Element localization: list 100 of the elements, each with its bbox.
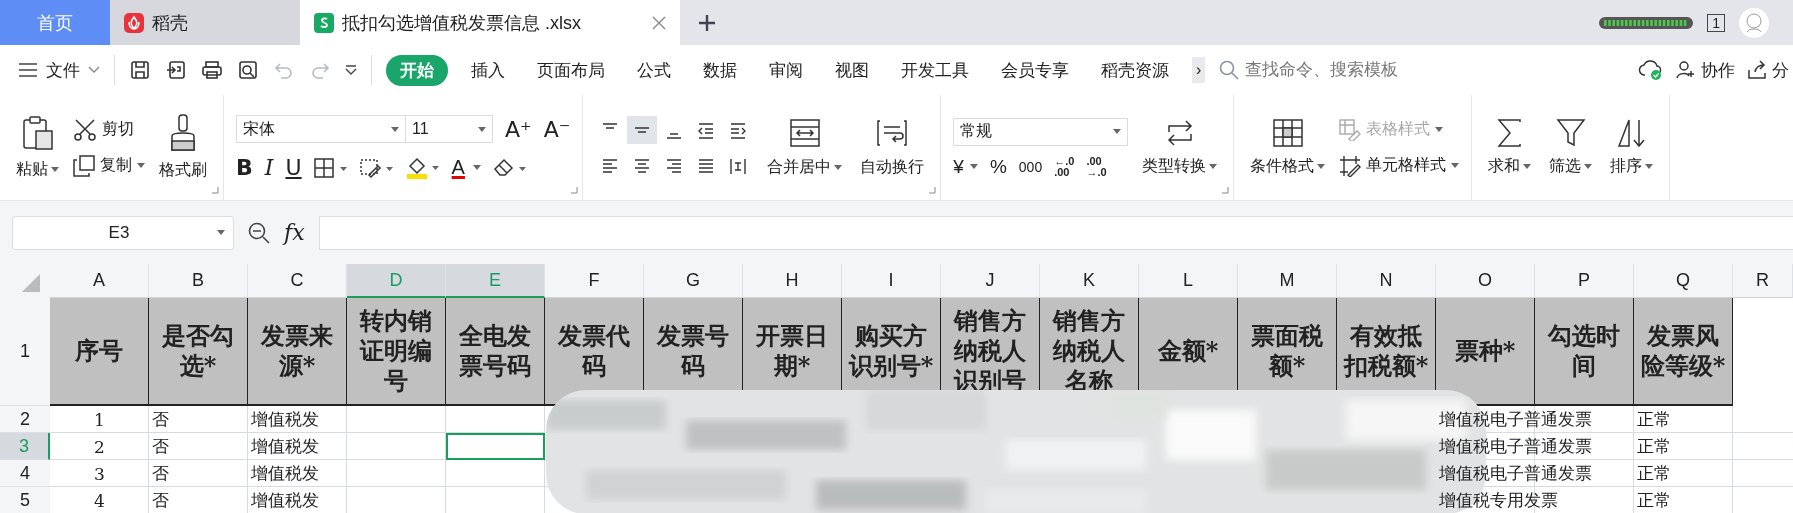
close-icon[interactable] bbox=[652, 15, 666, 30]
column-header[interactable]: K bbox=[1040, 264, 1139, 298]
format-painter-button[interactable]: 格式刷 bbox=[155, 114, 211, 181]
wrap-text-button[interactable]: 自动换行 bbox=[856, 117, 929, 178]
ribbon-tab[interactable]: 页面布局 bbox=[528, 54, 614, 86]
font-color-button[interactable]: A bbox=[451, 156, 481, 179]
column-header[interactable]: Q bbox=[1634, 264, 1733, 298]
toolbar-icon[interactable] bbox=[237, 59, 259, 81]
caret-icon bbox=[1317, 164, 1326, 169]
caret-icon bbox=[1209, 164, 1218, 169]
ribbon-tab[interactable]: 开发工具 bbox=[892, 54, 978, 86]
caret-icon bbox=[472, 165, 481, 170]
decrease-decimal-button[interactable]: .00 →.0 bbox=[1086, 155, 1107, 178]
sum-button[interactable]: 求和 bbox=[1484, 118, 1536, 177]
merge-center-button[interactable]: 合并居中 bbox=[763, 117, 847, 178]
column-header[interactable]: L bbox=[1139, 264, 1238, 298]
row-header[interactable]: 2 bbox=[0, 406, 50, 433]
decrease-font-button[interactable]: A⁻ bbox=[543, 116, 571, 142]
table-cell: 增值税电子普通发票 bbox=[1439, 435, 1592, 458]
row-header[interactable]: 1 bbox=[0, 298, 50, 406]
column-header[interactable]: M bbox=[1238, 264, 1337, 298]
zoom-icon[interactable] bbox=[248, 221, 270, 244]
column-header[interactable]: F bbox=[545, 264, 644, 298]
conditional-format-button[interactable]: 条件格式 bbox=[1246, 118, 1330, 177]
column-header[interactable]: I bbox=[842, 264, 941, 298]
cloud-sync-icon[interactable] bbox=[1638, 59, 1664, 81]
percent-button[interactable]: % bbox=[989, 155, 1007, 178]
document-tab[interactable]: 稻壳 bbox=[110, 0, 300, 45]
row-header[interactable]: 4 bbox=[0, 460, 50, 487]
table-cell: 2 bbox=[94, 436, 105, 457]
share-button[interactable]: 分 bbox=[1747, 58, 1789, 82]
paste-button[interactable]: 粘贴 bbox=[12, 115, 63, 180]
customize-caret-icon[interactable] bbox=[345, 65, 357, 75]
cell-edit-icon[interactable] bbox=[359, 156, 394, 179]
column-header[interactable]: O bbox=[1436, 264, 1535, 298]
function-button[interactable]: fx bbox=[284, 220, 305, 245]
chevron-down-icon bbox=[88, 66, 100, 74]
ribbon-tab[interactable]: 插入 bbox=[462, 54, 514, 86]
window-count[interactable]: 1 bbox=[1707, 13, 1725, 32]
toolbar-icon[interactable] bbox=[165, 59, 187, 81]
column-header[interactable]: H bbox=[743, 264, 842, 298]
collaborate-button[interactable]: 协作 bbox=[1676, 58, 1735, 82]
toolbar-icon[interactable] bbox=[201, 59, 223, 81]
fill-color-icon[interactable] bbox=[405, 155, 440, 180]
table-cell: 正常 bbox=[1637, 435, 1671, 458]
table-cell: 增值税发 bbox=[251, 462, 319, 485]
row-header[interactable]: 5 bbox=[0, 487, 50, 513]
caret-icon bbox=[1451, 163, 1460, 168]
align-icon[interactable] bbox=[627, 115, 658, 144]
column-header[interactable]: N bbox=[1337, 264, 1436, 298]
ribbon-tab[interactable]: 数据 bbox=[694, 54, 746, 86]
sort-button[interactable]: 排序 bbox=[1606, 118, 1658, 177]
file-menu[interactable]: 文件 bbox=[18, 58, 100, 82]
bold-button[interactable]: B bbox=[236, 155, 253, 180]
eraser-icon[interactable] bbox=[492, 156, 527, 179]
ribbon-tab[interactable]: 会员专享 bbox=[992, 54, 1078, 86]
cut-button[interactable]: 剪切 bbox=[73, 118, 145, 141]
increase-decimal-button[interactable]: ←.0 .00 bbox=[1054, 155, 1075, 178]
filter-button[interactable]: 筛选 bbox=[1545, 118, 1597, 177]
increase-font-button[interactable]: A⁺ bbox=[505, 116, 532, 142]
ribbon-tab[interactable]: 视图 bbox=[826, 54, 878, 86]
add-tab-icon[interactable] bbox=[698, 13, 716, 32]
column-header[interactable]: J bbox=[941, 264, 1040, 298]
command-search-field[interactable]: 查找命令、搜索模板 bbox=[1219, 59, 1418, 81]
column-header[interactable]: A bbox=[50, 264, 149, 298]
borders-icon[interactable] bbox=[313, 156, 348, 179]
search-icon bbox=[1219, 60, 1240, 80]
currency-button[interactable]: ¥ bbox=[953, 155, 978, 178]
table-cell: 增值税发 bbox=[251, 435, 319, 458]
caret-icon bbox=[51, 167, 59, 172]
formula-field[interactable] bbox=[318, 215, 1793, 250]
ribbon-tab[interactable]: 公式 bbox=[628, 54, 680, 86]
font-size-dropdown[interactable]: 11 bbox=[405, 115, 493, 143]
table-grid-icon bbox=[1271, 118, 1304, 148]
name-box[interactable]: E3 bbox=[12, 215, 234, 250]
italic-button[interactable]: I bbox=[264, 155, 274, 180]
document-tab[interactable]: 抵扣勾选增值税发票信息 .xlsx bbox=[300, 0, 680, 45]
font-name-dropdown[interactable]: 宋体 bbox=[236, 115, 406, 143]
column-header[interactable]: G bbox=[644, 264, 743, 298]
table-cell: 正常 bbox=[1637, 462, 1671, 485]
cell-style-button[interactable]: 单元格样式 bbox=[1339, 154, 1460, 177]
copy-button[interactable]: 复制 bbox=[73, 154, 145, 177]
column-header[interactable]: B bbox=[149, 264, 248, 298]
column-header[interactable]: R bbox=[1733, 264, 1793, 298]
column-title: 开票日期* bbox=[755, 321, 829, 381]
scissors-icon bbox=[73, 118, 97, 141]
thousands-button[interactable]: 000 bbox=[1018, 158, 1043, 175]
underline-button[interactable]: U bbox=[285, 155, 302, 180]
caret-icon bbox=[1113, 129, 1122, 134]
more-tabs-button[interactable]: › bbox=[1192, 57, 1206, 83]
active-cell[interactable] bbox=[446, 433, 545, 460]
column-header[interactable]: P bbox=[1535, 264, 1634, 298]
type-convert-button[interactable]: 类型转换 bbox=[1138, 118, 1222, 177]
column-title: 序号 bbox=[75, 336, 123, 366]
column-title: 有效抵扣税额* bbox=[1342, 321, 1430, 381]
ribbon-tab[interactable]: 审阅 bbox=[760, 54, 812, 86]
ribbon-tab[interactable]: 稻壳资源 bbox=[1092, 54, 1178, 86]
number-format-dropdown[interactable]: 常规 bbox=[953, 117, 1129, 146]
column-header[interactable]: C bbox=[248, 264, 347, 298]
toolbar-icon[interactable] bbox=[129, 59, 151, 81]
